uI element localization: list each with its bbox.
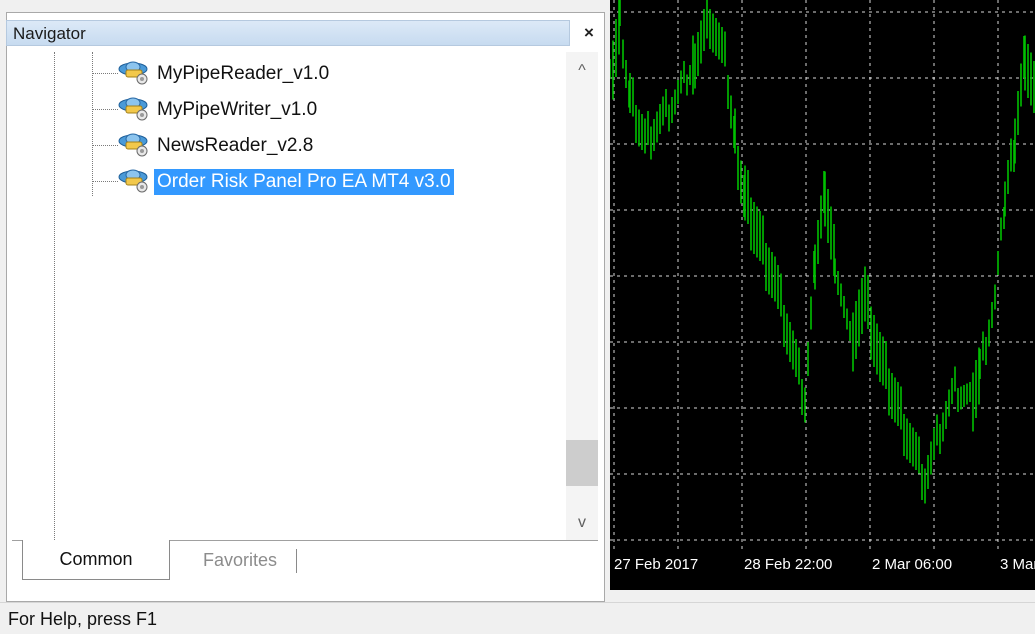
tree-item-newsreader[interactable]: NewsReader_v2.8 — [92, 130, 562, 160]
tab-common[interactable]: Common — [22, 540, 170, 580]
tree-item-order-risk-panel[interactable]: Order Risk Panel Pro EA MT4 v3.0 — [92, 166, 562, 196]
tree-item-label: Order Risk Panel Pro EA MT4 v3.0 — [154, 169, 454, 195]
expert-advisor-icon — [118, 61, 148, 85]
tree-item-label: MyPipeWriter_v1.0 — [157, 99, 318, 120]
time-axis-label: 3 Mar — [1000, 556, 1035, 573]
tree-item-mypipewriter[interactable]: MyPipeWriter_v1.0 — [92, 94, 562, 124]
tree-connector-line — [54, 52, 55, 540]
time-axis-label: 27 Feb 2017 — [614, 556, 699, 573]
tree-connector-line — [92, 181, 118, 182]
navigator-title: Navigator — [13, 24, 86, 43]
tab-favorites[interactable]: Favorites — [174, 541, 306, 579]
app-window: Navigator × MyPipeReader_v1.0 MyPipeWrit… — [0, 0, 1035, 634]
close-icon[interactable]: × — [578, 22, 600, 44]
scrollbar-thumb[interactable] — [566, 440, 598, 486]
navigator-scrollbar[interactable]: ^ v — [566, 52, 598, 540]
expert-advisor-icon — [118, 97, 148, 121]
tree-item-mypipereader[interactable]: MyPipeReader_v1.0 — [92, 58, 562, 88]
time-axis-label: 2 Mar 06:00 — [872, 556, 953, 573]
expert-advisor-icon — [118, 169, 148, 193]
status-text: For Help, press F1 — [8, 609, 158, 629]
tree-item-label: NewsReader_v2.8 — [157, 135, 314, 156]
navigator-tree: MyPipeReader_v1.0 MyPipeWriter_v1.0 News… — [12, 52, 562, 542]
scroll-down-icon[interactable]: v — [566, 508, 598, 538]
time-axis: 27 Feb 2017 28 Feb 22:00 2 Mar 06:00 3 M… — [610, 550, 1035, 582]
expert-advisor-icon — [118, 133, 148, 157]
scroll-up-icon[interactable]: ^ — [566, 56, 598, 86]
tree-connector-line — [92, 109, 118, 110]
navigator-tabs: Common Favorites — [12, 540, 598, 586]
tree-connector-line — [92, 73, 118, 74]
tree-item-label: MyPipeReader_v1.0 — [157, 63, 330, 84]
status-bar: For Help, press F1 — [0, 602, 1035, 634]
tree-connector-line — [92, 145, 118, 146]
price-bars — [610, 0, 1035, 550]
price-chart[interactable]: 27 Feb 2017 28 Feb 22:00 2 Mar 06:00 3 M… — [610, 0, 1035, 590]
time-axis-label: 28 Feb 22:00 — [744, 556, 833, 573]
tab-separator — [296, 549, 297, 573]
navigator-titlebar[interactable]: Navigator — [6, 20, 570, 46]
